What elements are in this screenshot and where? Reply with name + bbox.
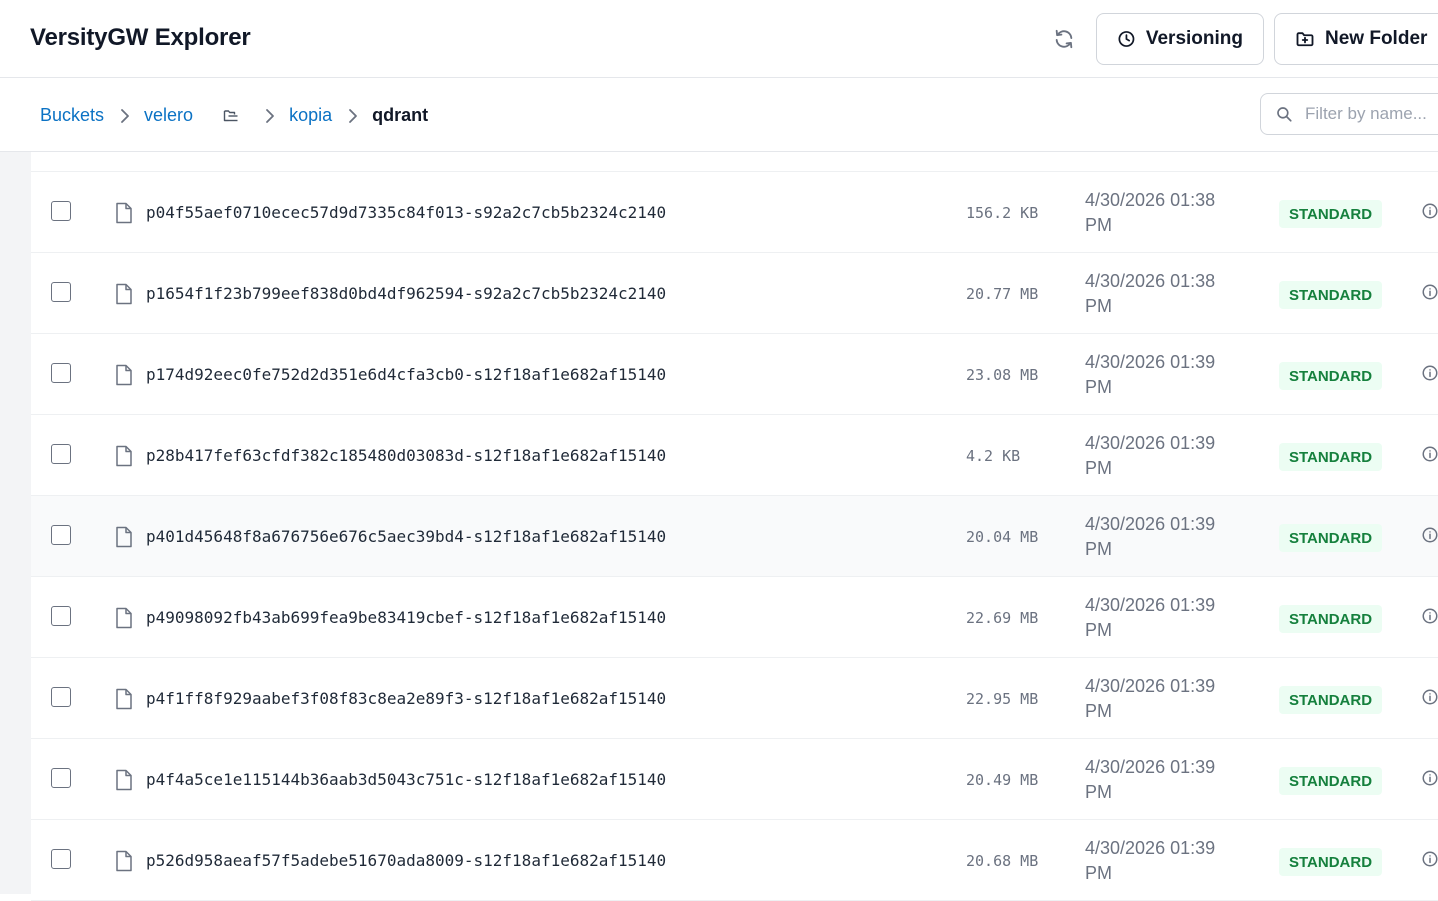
breadcrumb-bar: Buckets velero kopia qdrant xyxy=(0,78,1438,152)
file-name[interactable]: p1654f1f23b799eef838d0bd4df962594-s92a2c… xyxy=(146,284,666,303)
file-date: 4/30/2026 01:39 PM xyxy=(1085,676,1216,721)
folder-tree-icon[interactable] xyxy=(223,108,239,124)
file-name[interactable]: p526d958aeaf57f5adebe51670ada8009-s12f18… xyxy=(146,851,666,870)
file-size: 156.2 KB xyxy=(966,204,1039,222)
chevron-right-icon xyxy=(120,108,130,124)
row-checkbox[interactable] xyxy=(51,525,71,545)
info-icon[interactable] xyxy=(1421,445,1438,463)
table-row[interactable]: p49098092fb43ab699fea9be83419cbef-s12f18… xyxy=(31,577,1438,658)
info-icon[interactable] xyxy=(1421,688,1438,706)
info-icon[interactable] xyxy=(1421,283,1438,301)
app-header: VersityGW Explorer Versioning New Folder xyxy=(0,0,1438,78)
row-checkbox[interactable] xyxy=(51,444,71,464)
info-icon[interactable] xyxy=(1421,850,1438,868)
app-title: VersityGW Explorer xyxy=(30,24,251,51)
file-icon xyxy=(116,688,132,710)
chevron-right-icon xyxy=(265,108,275,124)
storage-class-badge: STANDARD xyxy=(1279,443,1383,471)
file-date: 4/30/2026 01:39 PM xyxy=(1085,352,1216,397)
info-icon[interactable] xyxy=(1421,202,1438,220)
file-name[interactable]: p49098092fb43ab699fea9be83419cbef-s12f18… xyxy=(146,608,666,627)
table-row[interactable]: p526d958aeaf57f5adebe51670ada8009-s12f18… xyxy=(31,820,1438,901)
file-icon xyxy=(116,364,132,386)
search-icon xyxy=(1277,107,1292,122)
breadcrumb: Buckets velero kopia qdrant xyxy=(40,105,428,126)
file-size: 20.68 MB xyxy=(966,852,1039,870)
table-row[interactable]: p1654f1f23b799eef838d0bd4df962594-s92a2c… xyxy=(31,253,1438,334)
file-date: 4/30/2026 01:39 PM xyxy=(1085,757,1216,802)
file-size: 20.49 MB xyxy=(966,771,1039,789)
storage-class-badge: STANDARD xyxy=(1279,767,1383,795)
filter-box[interactable] xyxy=(1260,93,1438,135)
storage-class-badge: STANDARD xyxy=(1279,605,1383,633)
table-row[interactable]: p174d92eec0fe752d2d351e6d4cfa3cb0-s12f18… xyxy=(31,334,1438,415)
info-icon[interactable] xyxy=(1421,526,1438,544)
row-checkbox[interactable] xyxy=(51,282,71,302)
file-icon xyxy=(116,607,132,629)
file-name[interactable]: p174d92eec0fe752d2d351e6d4cfa3cb0-s12f18… xyxy=(146,365,666,384)
file-date: 4/30/2026 01:38 PM xyxy=(1085,271,1216,316)
file-icon xyxy=(116,769,132,791)
row-checkbox[interactable] xyxy=(51,363,71,383)
row-checkbox[interactable] xyxy=(51,687,71,707)
breadcrumb-velero[interactable]: velero xyxy=(144,105,193,126)
clock-icon xyxy=(1118,31,1135,47)
versioning-button[interactable]: Versioning xyxy=(1096,13,1264,65)
file-icon xyxy=(116,202,132,224)
info-icon[interactable] xyxy=(1421,769,1438,787)
refresh-button[interactable] xyxy=(1046,22,1082,56)
storage-class-badge: STANDARD xyxy=(1279,281,1383,309)
file-icon xyxy=(116,850,132,872)
file-size: 4.2 KB xyxy=(966,447,1021,465)
sidebar-strip xyxy=(0,152,31,894)
file-date: 4/30/2026 01:39 PM xyxy=(1085,514,1216,559)
file-date: 4/30/2026 01:39 PM xyxy=(1085,433,1216,478)
file-icon xyxy=(116,445,132,467)
info-icon[interactable] xyxy=(1421,364,1438,382)
file-name[interactable]: p04f55aef0710ecec57d9d7335c84f013-s92a2c… xyxy=(146,203,666,222)
file-list: p04f55aef0710ecec57d9d7335c84f013-s92a2c… xyxy=(31,172,1438,901)
table-row[interactable]: p4f4a5ce1e115144b36aab3d5043c751c-s12f18… xyxy=(31,739,1438,820)
folder-plus-icon xyxy=(1296,32,1314,47)
file-icon xyxy=(116,283,132,305)
row-checkbox[interactable] xyxy=(51,768,71,788)
info-icon[interactable] xyxy=(1421,607,1438,625)
file-size: 20.04 MB xyxy=(966,528,1039,546)
filter-input[interactable] xyxy=(1303,103,1438,125)
file-date: 4/30/2026 01:39 PM xyxy=(1085,595,1216,640)
breadcrumb-buckets[interactable]: Buckets xyxy=(40,105,104,126)
versioning-label: Versioning xyxy=(1145,28,1243,49)
file-icon xyxy=(116,526,132,548)
new-folder-button[interactable]: New Folder xyxy=(1274,13,1438,65)
file-date: 4/30/2026 01:38 PM xyxy=(1085,190,1216,235)
file-size: 22.95 MB xyxy=(966,690,1039,708)
storage-class-badge: STANDARD xyxy=(1279,524,1383,552)
refresh-icon xyxy=(1055,29,1073,49)
row-checkbox[interactable] xyxy=(51,849,71,869)
file-name[interactable]: p4f4a5ce1e115144b36aab3d5043c751c-s12f18… xyxy=(146,770,666,789)
file-size: 23.08 MB xyxy=(966,366,1039,384)
file-size: 22.69 MB xyxy=(966,609,1039,627)
storage-class-badge: STANDARD xyxy=(1279,200,1383,228)
table-row[interactable]: p28b417fef63cfdf382c185480d03083d-s12f18… xyxy=(31,415,1438,496)
file-size: 20.77 MB xyxy=(966,285,1039,303)
table-row[interactable]: p04f55aef0710ecec57d9d7335c84f013-s92a2c… xyxy=(31,172,1438,253)
storage-class-badge: STANDARD xyxy=(1279,848,1383,876)
chevron-right-icon xyxy=(348,108,358,124)
table-row[interactable]: p4f1ff8f929aabef3f08f83c8ea2e89f3-s12f18… xyxy=(31,658,1438,739)
storage-class-badge: STANDARD xyxy=(1279,686,1383,714)
file-name[interactable]: p401d45648f8a676756e676c5aec39bd4-s12f18… xyxy=(146,527,666,546)
breadcrumb-current: qdrant xyxy=(372,105,429,125)
new-folder-label: New Folder xyxy=(1325,28,1428,49)
storage-class-badge: STANDARD xyxy=(1279,362,1383,390)
file-name[interactable]: p28b417fef63cfdf382c185480d03083d-s12f18… xyxy=(146,446,666,465)
row-checkbox[interactable] xyxy=(51,606,71,626)
row-checkbox[interactable] xyxy=(51,201,71,221)
file-name[interactable]: p4f1ff8f929aabef3f08f83c8ea2e89f3-s12f18… xyxy=(146,689,666,708)
table-row[interactable]: p401d45648f8a676756e676c5aec39bd4-s12f18… xyxy=(31,496,1438,577)
file-date: 4/30/2026 01:39 PM xyxy=(1085,838,1216,883)
breadcrumb-kopia[interactable]: kopia xyxy=(289,105,332,126)
